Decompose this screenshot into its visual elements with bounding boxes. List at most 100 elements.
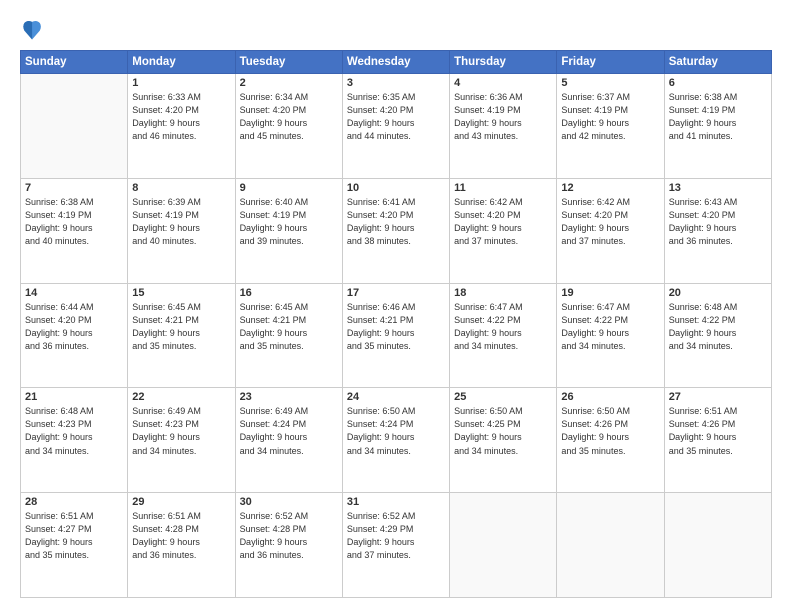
calendar-cell: 22 Sunrise: 6:49 AMSunset: 4:23 PMDayligh… [128,388,235,493]
day-info: Sunrise: 6:42 AMSunset: 4:20 PMDaylight:… [454,196,552,248]
day-info: Sunrise: 6:50 AMSunset: 4:25 PMDaylight:… [454,405,552,457]
calendar-week-row: 7 Sunrise: 6:38 AMSunset: 4:19 PMDaylight… [21,178,772,283]
day-number: 8 [132,182,230,194]
day-info: Sunrise: 6:39 AMSunset: 4:19 PMDaylight:… [132,196,230,248]
calendar-cell: 19 Sunrise: 6:47 AMSunset: 4:22 PMDayligh… [557,283,664,388]
day-info: Sunrise: 6:50 AMSunset: 4:26 PMDaylight:… [561,405,659,457]
weekday-header-saturday: Saturday [664,51,771,74]
day-number: 17 [347,287,445,299]
day-info: Sunrise: 6:37 AMSunset: 4:19 PMDaylight:… [561,91,659,143]
day-info: Sunrise: 6:45 AMSunset: 4:21 PMDaylight:… [240,301,338,353]
day-info: Sunrise: 6:46 AMSunset: 4:21 PMDaylight:… [347,301,445,353]
day-info: Sunrise: 6:33 AMSunset: 4:20 PMDaylight:… [132,91,230,143]
day-number: 22 [132,391,230,403]
calendar-cell: 10 Sunrise: 6:41 AMSunset: 4:20 PMDayligh… [342,178,449,283]
weekday-header-tuesday: Tuesday [235,51,342,74]
day-number: 31 [347,496,445,508]
weekday-header-sunday: Sunday [21,51,128,74]
day-info: Sunrise: 6:52 AMSunset: 4:28 PMDaylight:… [240,510,338,562]
day-number: 29 [132,496,230,508]
day-number: 19 [561,287,659,299]
day-number: 14 [25,287,123,299]
day-number: 26 [561,391,659,403]
day-number: 25 [454,391,552,403]
day-number: 12 [561,182,659,194]
day-info: Sunrise: 6:41 AMSunset: 4:20 PMDaylight:… [347,196,445,248]
day-number: 10 [347,182,445,194]
day-info: Sunrise: 6:43 AMSunset: 4:20 PMDaylight:… [669,196,767,248]
day-number: 24 [347,391,445,403]
day-info: Sunrise: 6:36 AMSunset: 4:19 PMDaylight:… [454,91,552,143]
calendar-cell: 28 Sunrise: 6:51 AMSunset: 4:27 PMDayligh… [21,493,128,598]
calendar-cell [664,493,771,598]
day-info: Sunrise: 6:44 AMSunset: 4:20 PMDaylight:… [25,301,123,353]
calendar-header-row: SundayMondayTuesdayWednesdayThursdayFrid… [21,51,772,74]
calendar-cell [21,74,128,179]
day-number: 2 [240,77,338,89]
header [20,18,772,40]
calendar-cell: 27Sunrise: 6:51 AMSunset: 4:26 PMDayligh… [664,388,771,493]
day-number: 3 [347,77,445,89]
calendar-cell: 12 Sunrise: 6:42 AMSunset: 4:20 PMDayligh… [557,178,664,283]
calendar-cell: 18 Sunrise: 6:47 AMSunset: 4:22 PMDayligh… [450,283,557,388]
page: SundayMondayTuesdayWednesdayThursdayFrid… [0,0,792,612]
calendar-cell: 13Sunrise: 6:43 AMSunset: 4:20 PMDayligh… [664,178,771,283]
calendar-cell: 30 Sunrise: 6:52 AMSunset: 4:28 PMDayligh… [235,493,342,598]
calendar-cell: 17 Sunrise: 6:46 AMSunset: 4:21 PMDayligh… [342,283,449,388]
calendar-cell: 4 Sunrise: 6:36 AMSunset: 4:19 PMDaylight… [450,74,557,179]
calendar-cell [557,493,664,598]
calendar-cell: 23 Sunrise: 6:49 AMSunset: 4:24 PMDayligh… [235,388,342,493]
day-number: 11 [454,182,552,194]
calendar-cell: 1 Sunrise: 6:33 AMSunset: 4:20 PMDaylight… [128,74,235,179]
day-number: 20 [669,287,767,299]
calendar-cell: 31Sunrise: 6:52 AMSunset: 4:29 PMDayligh… [342,493,449,598]
day-number: 1 [132,77,230,89]
day-info: Sunrise: 6:51 AMSunset: 4:28 PMDaylight:… [132,510,230,562]
day-info: Sunrise: 6:45 AMSunset: 4:21 PMDaylight:… [132,301,230,353]
calendar-week-row: 1 Sunrise: 6:33 AMSunset: 4:20 PMDaylight… [21,74,772,179]
day-info: Sunrise: 6:48 AMSunset: 4:22 PMDaylight:… [669,301,767,353]
day-number: 6 [669,77,767,89]
weekday-header-thursday: Thursday [450,51,557,74]
calendar-cell: 14 Sunrise: 6:44 AMSunset: 4:20 PMDayligh… [21,283,128,388]
calendar-cell: 5Sunrise: 6:37 AMSunset: 4:19 PMDaylight… [557,74,664,179]
weekday-header-friday: Friday [557,51,664,74]
calendar-week-row: 14 Sunrise: 6:44 AMSunset: 4:20 PMDayligh… [21,283,772,388]
calendar-cell [450,493,557,598]
calendar-cell: 24 Sunrise: 6:50 AMSunset: 4:24 PMDayligh… [342,388,449,493]
calendar-cell: 21 Sunrise: 6:48 AMSunset: 4:23 PMDayligh… [21,388,128,493]
day-info: Sunrise: 6:47 AMSunset: 4:22 PMDaylight:… [561,301,659,353]
calendar-cell: 29 Sunrise: 6:51 AMSunset: 4:28 PMDayligh… [128,493,235,598]
day-info: Sunrise: 6:49 AMSunset: 4:24 PMDaylight:… [240,405,338,457]
day-number: 21 [25,391,123,403]
day-info: Sunrise: 6:51 AMSunset: 4:26 PMDaylight:… [669,405,767,457]
calendar-week-row: 21 Sunrise: 6:48 AMSunset: 4:23 PMDayligh… [21,388,772,493]
day-info: Sunrise: 6:38 AMSunset: 4:19 PMDaylight:… [25,196,123,248]
day-number: 18 [454,287,552,299]
calendar-cell: 25 Sunrise: 6:50 AMSunset: 4:25 PMDayligh… [450,388,557,493]
day-number: 23 [240,391,338,403]
day-info: Sunrise: 6:51 AMSunset: 4:27 PMDaylight:… [25,510,123,562]
day-info: Sunrise: 6:47 AMSunset: 4:22 PMDaylight:… [454,301,552,353]
day-number: 4 [454,77,552,89]
calendar-cell: 3Sunrise: 6:35 AMSunset: 4:20 PMDaylight… [342,74,449,179]
weekday-header-wednesday: Wednesday [342,51,449,74]
day-info: Sunrise: 6:48 AMSunset: 4:23 PMDaylight:… [25,405,123,457]
calendar-table: SundayMondayTuesdayWednesdayThursdayFrid… [20,50,772,598]
day-number: 15 [132,287,230,299]
day-info: Sunrise: 6:50 AMSunset: 4:24 PMDaylight:… [347,405,445,457]
day-info: Sunrise: 6:42 AMSunset: 4:20 PMDaylight:… [561,196,659,248]
day-number: 16 [240,287,338,299]
calendar-cell: 9Sunrise: 6:40 AMSunset: 4:19 PMDaylight… [235,178,342,283]
day-number: 7 [25,182,123,194]
day-number: 30 [240,496,338,508]
day-info: Sunrise: 6:49 AMSunset: 4:23 PMDaylight:… [132,405,230,457]
calendar-cell: 20 Sunrise: 6:48 AMSunset: 4:22 PMDayligh… [664,283,771,388]
calendar-cell: 7 Sunrise: 6:38 AMSunset: 4:19 PMDaylight… [21,178,128,283]
calendar-cell: 16 Sunrise: 6:45 AMSunset: 4:21 PMDayligh… [235,283,342,388]
day-number: 28 [25,496,123,508]
logo-icon [20,18,42,40]
day-info: Sunrise: 6:34 AMSunset: 4:20 PMDaylight:… [240,91,338,143]
logo [20,18,46,40]
day-number: 9 [240,182,338,194]
